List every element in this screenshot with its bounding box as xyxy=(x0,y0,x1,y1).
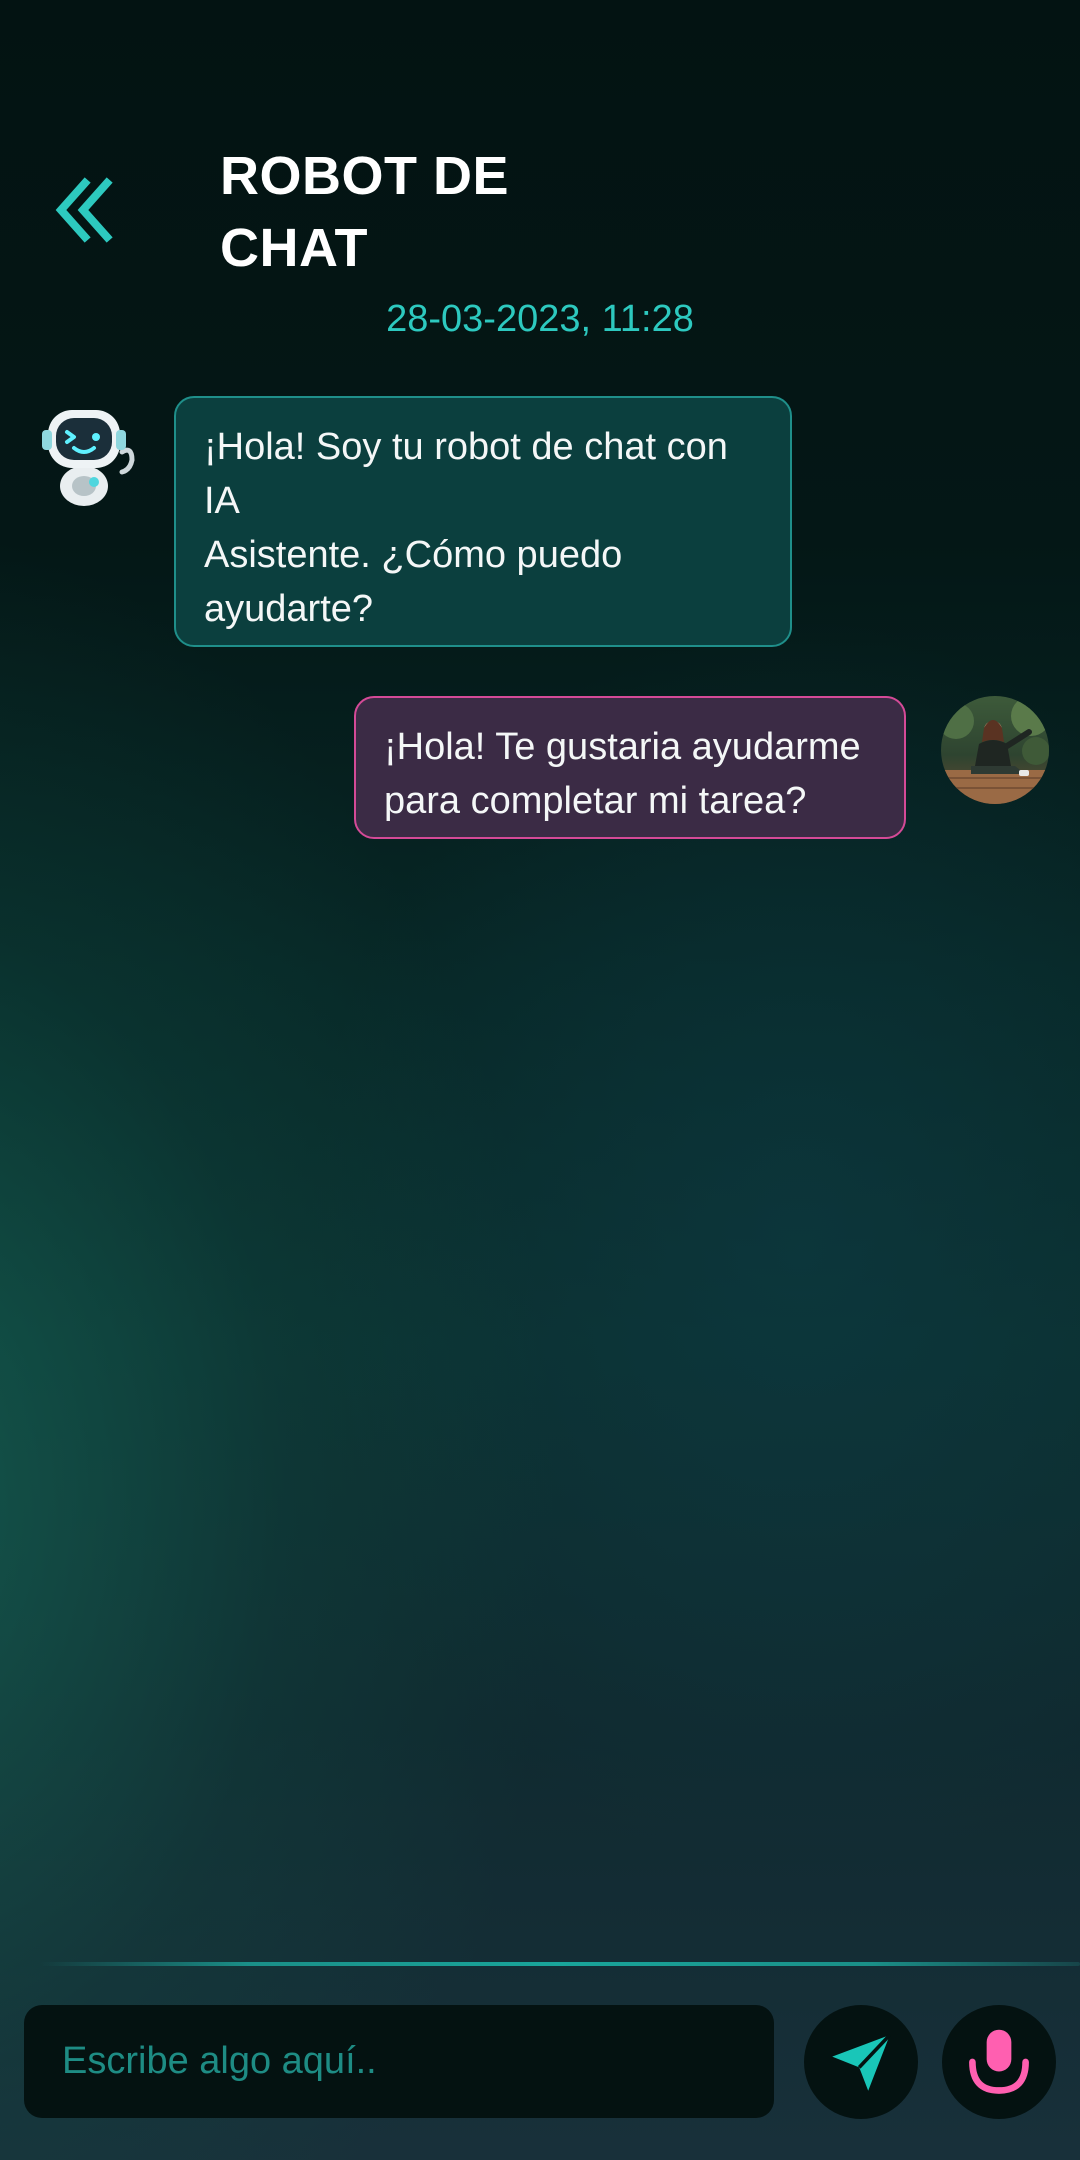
page-title: ROBOT DE CHAT xyxy=(220,140,620,284)
bot-message-bubble: ¡Hola! Soy tu robot de chat con IA Asist… xyxy=(174,396,792,647)
bot-message-line: Asistente. ¿Cómo puedo xyxy=(204,534,623,576)
double-chevron-left-icon xyxy=(55,177,113,243)
composer-divider xyxy=(40,1962,1080,1966)
user-message-line: ¡Hola! Te gustaria ayudarme xyxy=(384,726,861,768)
send-icon xyxy=(832,2033,892,2091)
user-message-bubble: ¡Hola! Te gustaria ayudarme para complet… xyxy=(354,696,906,839)
bot-message-line: ayudarte? xyxy=(204,588,374,630)
robot-icon xyxy=(42,410,135,506)
message-input-container[interactable] xyxy=(24,2005,774,2118)
bot-message-line: IA xyxy=(204,480,240,522)
microphone-button[interactable] xyxy=(942,2005,1056,2119)
page-title-line-2: CHAT xyxy=(220,218,368,278)
user-message-line: para completar mi tarea? xyxy=(384,780,807,822)
message-input[interactable] xyxy=(60,2039,774,2084)
robot-avatar xyxy=(34,402,142,510)
chat-timestamp: 28-03-2023, 11:28 xyxy=(0,298,1080,341)
bot-message-line: ¡Hola! Soy tu robot de chat con xyxy=(204,426,728,468)
send-button[interactable] xyxy=(804,2005,918,2119)
user-photo-icon xyxy=(941,696,1049,804)
user-avatar xyxy=(941,696,1049,804)
back-button[interactable] xyxy=(55,175,115,245)
microphone-icon xyxy=(969,2029,1029,2094)
page-title-line-1: ROBOT DE xyxy=(220,146,510,206)
timestamp-text: 28-03-2023, 11:28 xyxy=(386,298,694,340)
